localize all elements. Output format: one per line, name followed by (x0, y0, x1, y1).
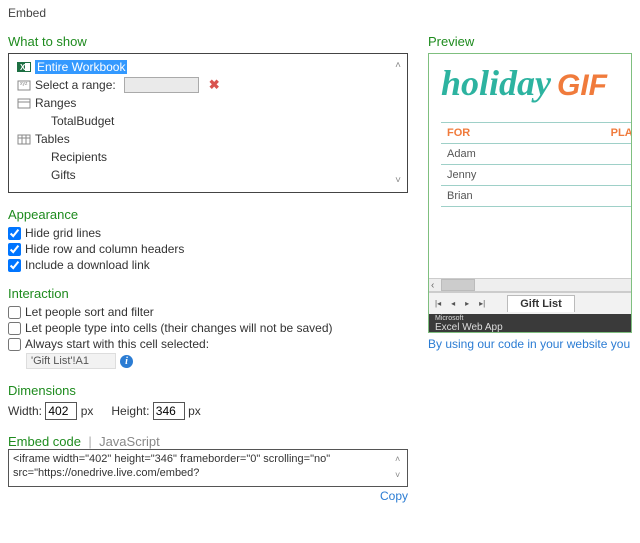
tree-item-select-range[interactable]: xyz Select a range: ✖ (13, 76, 407, 94)
heading-preview: Preview (428, 34, 632, 49)
heading-appearance: Appearance (8, 207, 410, 222)
tree-item-range-totalbudget[interactable]: TotalBudget (13, 112, 407, 130)
sheet-prev-icon[interactable]: ◂ (451, 299, 455, 308)
sheet-last-icon[interactable]: ▸| (479, 299, 485, 308)
tab-javascript[interactable]: JavaScript (99, 434, 160, 449)
sheet-tab-gift-list[interactable]: Gift List (507, 295, 575, 312)
scroll-down-icon[interactable]: ˅ (395, 175, 401, 186)
preview-horizontal-scrollbar[interactable]: ‹ (429, 278, 631, 292)
tree-item-table-recipients[interactable]: Recipients (13, 148, 407, 166)
sheet-first-icon[interactable]: |◂ (435, 299, 441, 308)
preview-col-for: FOR (441, 123, 519, 144)
tree-group-ranges[interactable]: Ranges (13, 94, 407, 112)
named-range-icon (17, 96, 31, 110)
info-icon[interactable]: i (120, 355, 133, 368)
checkbox-sort-filter-input[interactable] (8, 306, 21, 319)
start-cell-value: 'Gift List'!A1 (26, 353, 116, 369)
svg-text:X: X (20, 63, 26, 72)
code-scrollbar[interactable]: ˄ ˅ (395, 454, 405, 482)
tab-embed-code[interactable]: Embed code (8, 434, 81, 449)
svg-text:xyz: xyz (20, 81, 28, 87)
height-label: Height: (111, 404, 149, 418)
terms-link[interactable]: By using our code in your website you ag… (428, 333, 632, 351)
checkbox-type-cells[interactable]: Let people type into cells (their change… (8, 321, 410, 335)
brand-bar: Microsoft Excel Web App (429, 314, 631, 332)
clear-range-icon[interactable]: ✖ (209, 77, 220, 93)
scrollbar-thumb[interactable] (441, 279, 475, 291)
px-label-2: px (188, 404, 201, 418)
checkbox-hide-grid[interactable]: Hide grid lines (8, 226, 410, 240)
copy-link[interactable]: Copy (8, 487, 408, 503)
preview-frame: holidayGIF FOR PLANNED % OF Adam 30 Jenn… (428, 53, 632, 333)
px-label: px (81, 404, 94, 418)
tree-scrollbar[interactable]: ˄ ˅ (393, 60, 403, 186)
width-input[interactable] (45, 402, 77, 420)
heading-dimensions: Dimensions (8, 383, 410, 398)
checkbox-download-link-input[interactable] (8, 259, 21, 272)
scroll-down-icon[interactable]: ˅ (395, 470, 405, 482)
range-selector-icon: xyz (17, 78, 31, 92)
scroll-up-icon[interactable]: ˄ (395, 60, 401, 71)
tree-label-workbook: Entire Workbook (35, 60, 127, 74)
tree-item-table-gifts[interactable]: Gifts (13, 166, 407, 184)
content-tree[interactable]: X Entire Workbook xyz Select a range: ✖ … (8, 53, 408, 193)
preview-table: FOR PLANNED % OF Adam 30 Jenny 30 Brian … (441, 122, 632, 207)
checkbox-hide-headers-input[interactable] (8, 243, 21, 256)
embed-code-textarea[interactable]: <iframe width="402" height="346" framebo… (8, 449, 408, 487)
page-title: Embed (8, 4, 632, 30)
scroll-left-icon[interactable]: ‹ (429, 279, 436, 292)
table-row: Jenny 30 (441, 165, 632, 186)
sheet-navigation-bar: |◂ ◂ ▸ ▸| Gift List (429, 292, 631, 314)
scroll-up-icon[interactable]: ˄ (395, 454, 405, 466)
table-row: Brian 20 (441, 186, 632, 207)
width-label: Width: (8, 404, 42, 418)
range-input[interactable] (124, 77, 199, 93)
sheet-next-icon[interactable]: ▸ (465, 299, 469, 308)
preview-title: holidayGIF (429, 54, 631, 122)
tree-label-select-range: Select a range: (35, 78, 116, 92)
checkbox-download-link[interactable]: Include a download link (8, 258, 410, 272)
checkbox-hide-grid-input[interactable] (8, 227, 21, 240)
preview-col-planned: PLANNED % OF (519, 123, 632, 144)
heading-what-to-show: What to show (8, 34, 410, 49)
checkbox-hide-headers[interactable]: Hide row and column headers (8, 242, 410, 256)
checkbox-type-cells-input[interactable] (8, 322, 21, 335)
tree-label-ranges: Ranges (35, 96, 76, 110)
checkbox-sort-filter[interactable]: Let people sort and filter (8, 305, 410, 319)
tree-item-workbook[interactable]: X Entire Workbook (13, 58, 407, 76)
tree-label-tables: Tables (35, 132, 70, 146)
checkbox-start-cell[interactable]: Always start with this cell selected: (8, 337, 410, 351)
tab-separator: | (88, 434, 91, 449)
height-input[interactable] (153, 402, 185, 420)
table-row: Adam 30 (441, 144, 632, 165)
heading-interaction: Interaction (8, 286, 410, 301)
table-icon (17, 132, 31, 146)
excel-icon: X (17, 60, 31, 74)
checkbox-start-cell-input[interactable] (8, 338, 21, 351)
tree-group-tables[interactable]: Tables (13, 130, 407, 148)
